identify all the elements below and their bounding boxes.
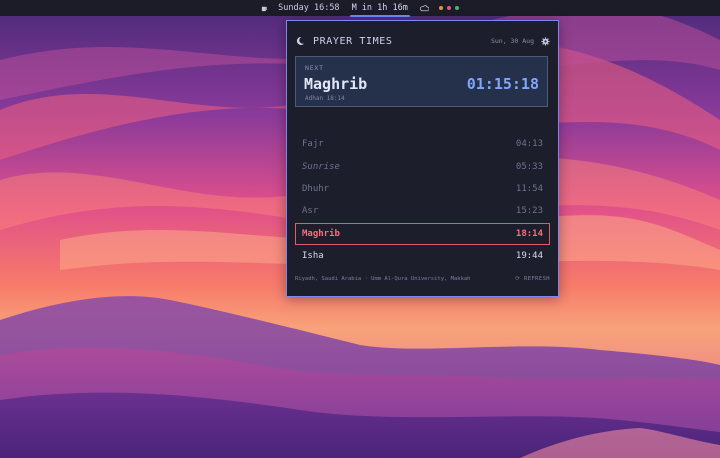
next-prayer-name: Maghrib [304,75,368,93]
cloud-icon[interactable] [419,4,429,12]
status-dots [438,6,459,10]
next-prayer-countdown: 01:15:18 [466,75,539,93]
panel-title: PRAYER TIMES [313,35,393,47]
prayer-countdown-indicator[interactable]: M in 1h 16m [349,3,411,17]
prayer-name: Fajr [302,139,324,150]
panel-header: PRAYER TIMES Sun, 30 Aug [295,34,550,48]
next-adhan-time: Adhan 18:14 [305,95,345,102]
prayer-name: Maghrib [302,228,340,239]
location-label: Riyadh, Saudi Arabia · Umm Al-Qura Unive… [295,276,471,282]
refresh-button[interactable]: ⟳ REFRESH [515,276,550,282]
panel-footer: Riyadh, Saudi Arabia · Umm Al-Qura Unive… [295,276,550,282]
panel-date: Sun, 30 Aug [490,37,534,45]
top-bar-center: Sunday 16:58 M in 1h 16m [261,3,459,17]
prayer-name: Dhuhr [302,183,330,194]
status-dot-orange[interactable] [438,6,443,10]
prayer-name: Asr [302,206,319,217]
prayer-time: 18:14 [515,228,543,239]
prayer-times-panel: PRAYER TIMES Sun, 30 Aug NEXT Maghrib 01… [286,20,559,297]
prayer-row-asr[interactable]: Asr 15:23 [295,200,550,222]
prayer-time: 15:23 [515,206,543,217]
prayer-row-maghrib[interactable]: Maghrib 18:14 [295,222,550,245]
prayer-time: 05:33 [515,161,543,172]
prayer-list: Fajr 04:13 Sunrise 05:33 Dhuhr 11:54 Asr… [295,133,550,267]
next-label: NEXT [305,64,324,72]
prayer-time: 11:54 [515,183,543,194]
prayer-row-fajr[interactable]: Fajr 04:13 [295,133,550,155]
prayer-name: Isha [302,251,324,262]
prayer-name: Sunrise [302,161,340,172]
clock-label[interactable]: Sunday 16:58 [278,3,339,13]
prayer-row-dhuhr[interactable]: Dhuhr 11:54 [295,178,550,200]
mug-icon[interactable] [261,5,268,12]
gear-icon[interactable] [541,36,550,46]
prayer-row-isha[interactable]: Isha 19:44 [295,245,550,267]
next-prayer-card: NEXT Maghrib 01:15:18 Adhan 18:14 [295,56,548,107]
top-bar: Sunday 16:58 M in 1h 16m [0,0,720,17]
status-dot-green[interactable] [454,6,459,10]
status-dot-pink[interactable] [446,6,451,10]
prayer-time: 04:13 [515,139,543,150]
prayer-row-sunrise[interactable]: Sunrise 05:33 [295,155,550,177]
prayer-time: 19:44 [515,251,543,262]
crescent-moon-icon [296,36,304,45]
